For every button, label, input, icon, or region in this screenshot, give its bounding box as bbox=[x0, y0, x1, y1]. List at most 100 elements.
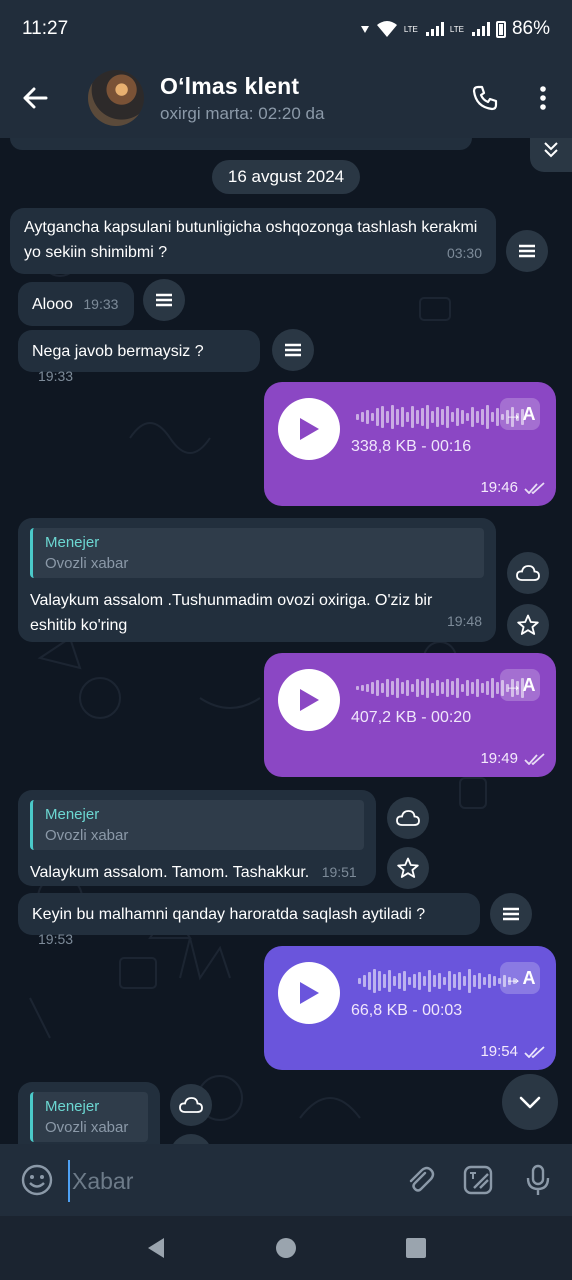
voice-message-outgoing[interactable]: →A 338,8 KB - 00:16 19:46 bbox=[264, 382, 556, 506]
message-incoming[interactable]: Alooo 19:33 bbox=[18, 282, 134, 326]
message-incoming[interactable]: Keyin bu malhamni qanday haroratda saqla… bbox=[18, 893, 480, 947]
double-check-icon bbox=[524, 1046, 545, 1058]
more-menu-button[interactable] bbox=[514, 58, 572, 138]
menu-lines-icon bbox=[156, 293, 172, 307]
reply-sender: Menejer bbox=[45, 534, 100, 551]
avatar[interactable] bbox=[88, 70, 144, 126]
cloud-button[interactable] bbox=[170, 1084, 212, 1126]
message-time: 19:54 bbox=[480, 1043, 518, 1060]
transcribe-voice-button[interactable]: →A bbox=[500, 962, 540, 994]
scroll-to-bottom-button[interactable] bbox=[502, 1074, 558, 1130]
battery-percent: 86% bbox=[511, 18, 550, 39]
voice-message-outgoing[interactable]: →A 407,2 KB - 00:20 19:49 bbox=[264, 653, 556, 777]
lte-label: LTE bbox=[403, 24, 418, 34]
battery-icon bbox=[495, 20, 506, 38]
nav-home-icon[interactable] bbox=[276, 1238, 296, 1258]
signal-icon-2 bbox=[471, 22, 490, 36]
play-icon bbox=[300, 418, 319, 440]
menu-lines-icon bbox=[285, 343, 301, 357]
message-input[interactable] bbox=[68, 1160, 394, 1202]
message-time: 19:53 bbox=[38, 931, 74, 947]
status-bar: 11:27 LTE LTE 86% bbox=[0, 0, 572, 58]
emoji-icon bbox=[21, 1164, 53, 1196]
jump-to-top-button[interactable] bbox=[530, 138, 572, 172]
cloud-icon bbox=[516, 565, 540, 581]
voice-message-outgoing[interactable]: →A 66,8 KB - 00:03 19:54 bbox=[264, 946, 556, 1070]
favorite-button[interactable] bbox=[507, 604, 549, 646]
play-icon bbox=[300, 982, 319, 1004]
back-button[interactable] bbox=[0, 58, 70, 138]
reply-preview[interactable]: Menejer Ovozli xabar bbox=[30, 1092, 148, 1142]
play-button[interactable] bbox=[278, 669, 340, 731]
message-time: 19:46 bbox=[480, 479, 518, 496]
message-time: 19:48 bbox=[446, 613, 482, 629]
status-icons: LTE LTE 86% bbox=[360, 18, 550, 40]
message-text: Aytgancha kapsulani butunligicha oshqozo… bbox=[24, 219, 478, 261]
transcribe-voice-button[interactable]: →A bbox=[500, 398, 540, 430]
chat-title-block[interactable]: O‘lmas klent oxirgi marta: 02:20 da bbox=[160, 73, 456, 124]
reply-preview[interactable]: Menejer Ovozli xabar bbox=[30, 528, 484, 578]
message-incoming-reply[interactable]: Menejer Ovozli xabar bbox=[18, 1082, 160, 1144]
voice-waveform[interactable] bbox=[356, 402, 524, 432]
wifi-icon bbox=[376, 21, 397, 37]
message-incoming[interactable]: Nega javob bermaysiz ? 19:33 bbox=[18, 330, 260, 384]
message-text: Alooo bbox=[32, 296, 73, 313]
message-incoming-reply[interactable]: Menejer Ovozli xabar Valaykum assalom. T… bbox=[18, 790, 376, 886]
cloud-button[interactable] bbox=[507, 552, 549, 594]
cloud-icon bbox=[179, 1097, 203, 1113]
favorite-button[interactable] bbox=[387, 847, 429, 889]
message-text: Keyin bu malhamni qanday haroratda saqla… bbox=[32, 906, 426, 923]
voice-meta: 407,2 KB - 00:20 bbox=[351, 709, 472, 726]
chat-title: O‘lmas klent bbox=[160, 72, 300, 99]
message-bubble-cutoff[interactable] bbox=[10, 138, 472, 150]
star-icon bbox=[397, 857, 419, 878]
play-button[interactable] bbox=[278, 962, 340, 1024]
menu-lines-icon bbox=[503, 907, 519, 921]
transcribe-voice-button[interactable]: →A bbox=[500, 669, 540, 701]
voice-meta: 66,8 KB - 00:03 bbox=[351, 1002, 463, 1019]
lte-label-2: LTE bbox=[449, 24, 464, 34]
reply-snippet: Ovozli xabar bbox=[45, 555, 129, 572]
chevron-down-icon bbox=[519, 1096, 541, 1108]
menu-lines-icon bbox=[519, 244, 535, 258]
reply-sender: Menejer bbox=[45, 806, 100, 823]
transcribe-button[interactable] bbox=[143, 279, 185, 321]
double-check-icon bbox=[524, 482, 545, 494]
attach-button[interactable] bbox=[400, 1160, 440, 1200]
phone-icon bbox=[472, 85, 498, 111]
double-check-icon bbox=[524, 753, 545, 765]
transcribe-button[interactable] bbox=[272, 329, 314, 371]
voice-waveform[interactable] bbox=[356, 673, 524, 703]
play-button[interactable] bbox=[278, 398, 340, 460]
message-time: 19:33 bbox=[83, 296, 119, 312]
cloud-button[interactable] bbox=[387, 797, 429, 839]
reply-preview[interactable]: Menejer Ovozli xabar bbox=[30, 800, 364, 850]
message-incoming[interactable]: Aytgancha kapsulani butunligicha oshqozo… bbox=[10, 208, 496, 274]
message-time: 19:33 bbox=[38, 368, 74, 384]
voice-waveform[interactable] bbox=[358, 966, 516, 996]
message-incoming-reply[interactable]: Menejer Ovozli xabar Valaykum assalom .T… bbox=[18, 518, 496, 642]
message-time: 03:30 bbox=[446, 245, 482, 261]
chat-area[interactable]: 16 avgust 2024 Aytgancha kapsulani butun… bbox=[0, 138, 572, 1144]
transcribe-button[interactable] bbox=[506, 230, 548, 272]
reply-sender: Menejer bbox=[45, 1098, 100, 1115]
message-time: 19:51 bbox=[321, 864, 357, 880]
location-icon bbox=[360, 26, 369, 33]
chevron-double-down-icon bbox=[544, 142, 558, 158]
nav-recents-icon[interactable] bbox=[406, 1238, 426, 1258]
message-time: 19:49 bbox=[480, 750, 518, 767]
nav-back-icon[interactable] bbox=[146, 1237, 166, 1259]
call-button[interactable] bbox=[456, 58, 514, 138]
microphone-icon bbox=[526, 1164, 550, 1195]
last-seen: oxirgi marta: 02:20 da bbox=[160, 103, 325, 123]
date-separator: 16 avgust 2024 bbox=[212, 160, 360, 194]
sticker-button[interactable] bbox=[458, 1160, 498, 1200]
star-icon bbox=[517, 614, 539, 635]
voice-meta: 338,8 KB - 00:16 bbox=[351, 438, 472, 455]
emoji-button[interactable] bbox=[17, 1160, 57, 1200]
voice-record-button[interactable] bbox=[518, 1160, 558, 1200]
reply-snippet: Ovozli xabar bbox=[45, 827, 129, 844]
paperclip-icon bbox=[409, 1166, 435, 1192]
system-nav-bar bbox=[0, 1216, 572, 1280]
transcribe-button[interactable] bbox=[490, 893, 532, 935]
